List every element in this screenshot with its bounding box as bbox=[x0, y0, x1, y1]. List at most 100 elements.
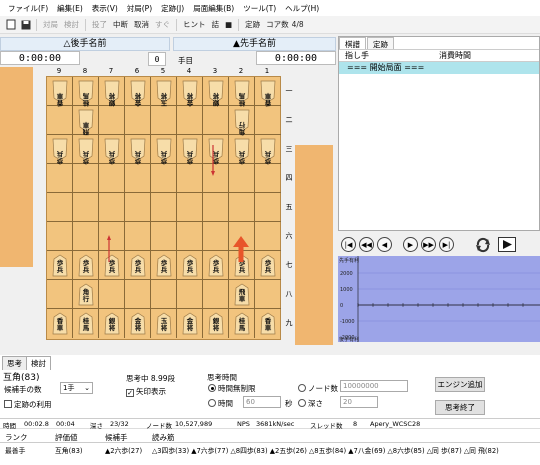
kifu-panel: 棋譜 定跡 指し手 消費時間 === 開始局面 === bbox=[338, 36, 540, 231]
fast-forward-icon: ▶▶ bbox=[423, 240, 434, 249]
kifu-tab[interactable]: 定跡 bbox=[367, 37, 394, 49]
candidates-select[interactable]: 1手 ⌄ bbox=[60, 382, 93, 394]
thinking-status: 思考中 8.99段 bbox=[126, 374, 176, 383]
rank-label: 六 bbox=[285, 232, 293, 240]
pv-line: △3四歩(33) ▲7六歩(77) △8四歩(83) ▲2五歩(26) △8五歩… bbox=[152, 447, 499, 455]
depth-input[interactable]: 20 bbox=[340, 396, 378, 408]
graph-label: 先手有利 bbox=[339, 257, 359, 264]
pv-header-cell: 読み筋 bbox=[152, 433, 175, 442]
file-label: 3 bbox=[212, 67, 218, 75]
last-icon: ▶| bbox=[442, 240, 451, 249]
forward-icon: ▶ bbox=[407, 240, 414, 249]
stat-cell: Apery_WCSC28 bbox=[370, 420, 421, 428]
graph-label: 0 bbox=[340, 303, 343, 309]
pv-header-row: ランク 評価値 候補手 読み筋 bbox=[0, 432, 540, 443]
pv-arrow-sente bbox=[107, 235, 111, 262]
arrow-checkbox[interactable]: ✓ bbox=[126, 389, 134, 397]
back10-button[interactable]: ◀◀ bbox=[359, 237, 374, 252]
stat-cell: 00:04 bbox=[56, 420, 75, 428]
back-icon: ◀ bbox=[381, 240, 388, 249]
time-settings-label: 思考時間 bbox=[207, 373, 237, 382]
file-label: 8 bbox=[82, 67, 88, 75]
kifu-header: 指し手 消費時間 bbox=[339, 49, 539, 62]
pv-row[interactable]: 最善手 互角(83) ▲2六歩(27) △3四歩(33) ▲7六歩(77) △8… bbox=[0, 445, 540, 456]
flip-board-icon[interactable] bbox=[474, 236, 492, 254]
chevron-down-icon: ⌄ bbox=[84, 384, 90, 392]
file-label: 2 bbox=[238, 67, 244, 75]
pv-header-cell: 評価値 bbox=[55, 433, 78, 442]
stop-thinking-button[interactable]: 思考終了 bbox=[435, 400, 485, 415]
nodes-radio[interactable] bbox=[298, 384, 306, 392]
depth-radio[interactable] bbox=[298, 399, 306, 407]
eval-title: 互角(83) bbox=[3, 373, 40, 383]
book-checkbox[interactable] bbox=[4, 400, 12, 408]
eval-graph: 先手有利 2000 1000 0 -1000 -2000 後手有利 bbox=[338, 256, 540, 343]
file-label: 6 bbox=[134, 67, 140, 75]
depth-option[interactable]: 深さ bbox=[298, 398, 323, 409]
kifu-tab[interactable]: 棋譜 bbox=[339, 37, 366, 49]
kifu-list[interactable]: === 開始局面 === bbox=[339, 62, 539, 74]
first-icon: |◀ bbox=[344, 240, 353, 249]
kifu-tabs: 棋譜 定跡 bbox=[339, 37, 539, 49]
time-radio[interactable] bbox=[208, 399, 216, 407]
time-label: 時間 bbox=[218, 399, 233, 408]
tab-thinking[interactable]: 思考 bbox=[2, 356, 27, 370]
kifu-row[interactable]: === 開始局面 === bbox=[339, 62, 539, 74]
rank-label: 三 bbox=[285, 145, 293, 153]
file-label: 5 bbox=[160, 67, 166, 75]
unlimited-radio[interactable] bbox=[208, 384, 216, 392]
pv-header-cell: 候補手 bbox=[105, 433, 128, 442]
stat-cell: 深さ bbox=[90, 422, 103, 430]
file-label: 7 bbox=[108, 67, 114, 75]
play-window-button[interactable] bbox=[498, 237, 516, 252]
graph-label: 2000 bbox=[340, 271, 353, 277]
stat-cell: スレッド数 bbox=[310, 422, 343, 430]
stats-row: 時間 00:02.8 00:04 深さ 23/32 ノード数 10,527,989 NPS 36… bbox=[0, 418, 540, 430]
time-input[interactable]: 60 bbox=[243, 396, 281, 408]
stat-cell: NPS bbox=[237, 420, 250, 428]
rank-label: 五 bbox=[285, 203, 293, 211]
time-option[interactable]: 時間 bbox=[208, 398, 233, 409]
rank-label: 七 bbox=[285, 261, 293, 269]
rank-label: 二 bbox=[285, 116, 293, 124]
tab-analysis[interactable]: 検討 bbox=[26, 356, 51, 370]
forward10-button[interactable]: ▶▶ bbox=[421, 237, 436, 252]
stat-cell: 10,527,989 bbox=[175, 420, 213, 428]
graph-label: 1000 bbox=[340, 287, 353, 293]
stat-cell: 8 bbox=[353, 420, 358, 428]
nodes-option[interactable]: ノード数 bbox=[298, 383, 338, 394]
back-button[interactable]: ◀ bbox=[377, 237, 392, 252]
first-move-button[interactable]: |◀ bbox=[341, 237, 356, 252]
pv-rank: 最善手 bbox=[5, 447, 26, 455]
play-icon bbox=[503, 240, 512, 249]
hint-arrow-red bbox=[233, 236, 249, 262]
graph-label: -1000 bbox=[340, 319, 355, 325]
seconds-label: 秒 bbox=[285, 399, 293, 408]
rank-label: 四 bbox=[285, 174, 293, 182]
forward-button[interactable]: ▶ bbox=[403, 237, 418, 252]
book-option[interactable]: 定跡の利用 bbox=[4, 399, 52, 410]
arrow-option[interactable]: ✓ 矢印表示 bbox=[126, 386, 166, 397]
rank-label: 一 bbox=[285, 87, 293, 95]
kifu-col-move: 指し手 bbox=[345, 51, 369, 60]
stat-cell: ノード数 bbox=[146, 422, 172, 430]
pv-header-cell: ランク bbox=[5, 433, 28, 442]
last-move-button[interactable]: ▶| bbox=[439, 237, 454, 252]
stat-cell: 時間 bbox=[3, 422, 16, 430]
engine-add-button[interactable]: エンジン追加 bbox=[435, 377, 485, 392]
candidates-label: 候補手の数 bbox=[4, 385, 42, 394]
unlimited-option[interactable]: 時間無制限 bbox=[208, 383, 256, 394]
pv-arrow-gote bbox=[211, 145, 215, 176]
stat-cell: 23/32 bbox=[110, 420, 129, 428]
eval-graph-svg: 先手有利200010000-1000-2000後手有利 bbox=[339, 256, 540, 343]
candidates-value: 1手 bbox=[63, 384, 75, 392]
kifu-col-time: 消費時間 bbox=[439, 51, 471, 60]
unlimited-label: 時間無制限 bbox=[218, 384, 256, 393]
rewind-icon: ◀◀ bbox=[361, 240, 372, 249]
nodes-input[interactable]: 10000000 bbox=[340, 380, 408, 392]
file-label: 9 bbox=[56, 67, 62, 75]
rank-label: 九 bbox=[285, 319, 293, 327]
file-label: 4 bbox=[186, 67, 192, 75]
pv-eval: 互角(83) bbox=[55, 447, 83, 455]
book-label: 定跡の利用 bbox=[14, 400, 52, 409]
